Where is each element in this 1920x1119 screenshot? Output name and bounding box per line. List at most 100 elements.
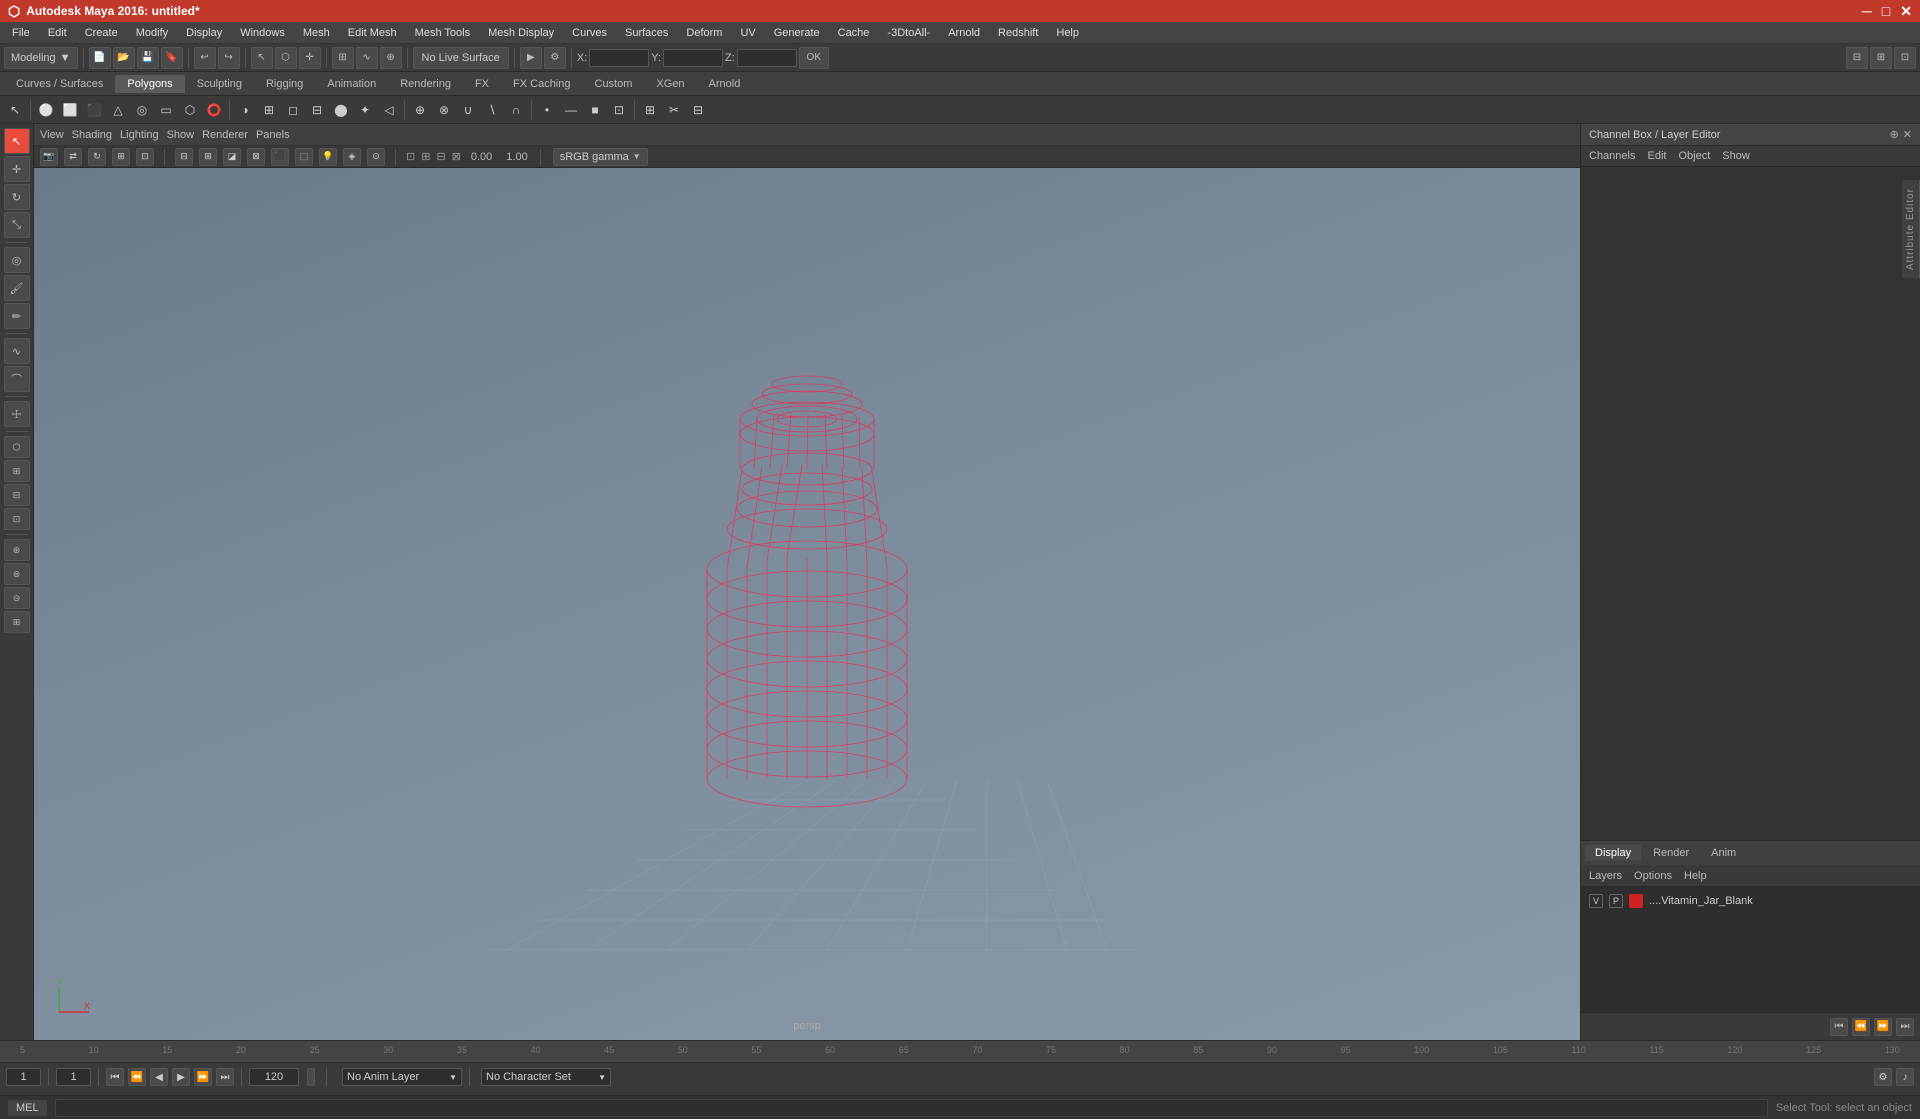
render-globals-button[interactable]: ⊡: [4, 508, 30, 530]
sound-button[interactable]: ♪: [1896, 1068, 1914, 1086]
bool-diff-icon[interactable]: ∖: [481, 99, 503, 121]
menu-redshift[interactable]: Redshift: [990, 25, 1046, 41]
step-forward-button[interactable]: ⏩: [194, 1068, 212, 1086]
separate-icon[interactable]: ⊗: [433, 99, 455, 121]
render-layer-button[interactable]: ⊜: [4, 563, 30, 585]
layer-prev-button[interactable]: ⏪: [1852, 1018, 1870, 1036]
menu-mesh-tools[interactable]: Mesh Tools: [407, 25, 478, 41]
menu-cache[interactable]: Cache: [830, 25, 878, 41]
tab-curves-surfaces[interactable]: Curves / Surfaces: [4, 75, 115, 93]
redo-button[interactable]: ↪: [218, 47, 240, 69]
play-forward-button[interactable]: ▶: [172, 1068, 190, 1086]
layout-button-2[interactable]: ⊞: [1870, 47, 1892, 69]
object-menu[interactable]: Object: [1678, 150, 1710, 162]
camera-book-icon[interactable]: 📷: [40, 148, 58, 166]
layer-rewind-button[interactable]: ⏮: [1830, 1018, 1848, 1036]
ep-curve-button[interactable]: ⌒: [4, 366, 30, 392]
render-region-button[interactable]: ⬡: [4, 436, 30, 458]
vp-menu-renderer[interactable]: Renderer: [202, 129, 248, 141]
menu-create[interactable]: Create: [77, 25, 126, 41]
render-view-button[interactable]: ⊟: [4, 484, 30, 506]
frame-all-icon[interactable]: ⊞: [112, 148, 130, 166]
paint-select-button[interactable]: 🖌: [4, 275, 30, 301]
layer-p-toggle[interactable]: P: [1609, 894, 1623, 908]
menu-mesh-display[interactable]: Mesh Display: [480, 25, 562, 41]
menu-file[interactable]: File: [4, 25, 38, 41]
menu-edit[interactable]: Edit: [40, 25, 75, 41]
fill-hole-icon[interactable]: ⬤: [330, 99, 352, 121]
xray-toggle-icon[interactable]: ◈: [343, 148, 361, 166]
snap-point-button[interactable]: ⊕: [380, 47, 402, 69]
smooth-icon[interactable]: ◑: [234, 99, 256, 121]
combine-icon[interactable]: ⊕: [409, 99, 431, 121]
maximize-button[interactable]: □: [1882, 3, 1890, 20]
bridge-icon[interactable]: ⊟: [306, 99, 328, 121]
coord-confirm-button[interactable]: OK: [799, 47, 829, 69]
attribute-editor-tab[interactable]: Attribute Editor: [1902, 180, 1920, 278]
scale-tool-side-button[interactable]: ⤡: [4, 212, 30, 238]
viewport-display-icon[interactable]: ⊟: [175, 148, 193, 166]
edit-menu[interactable]: Edit: [1647, 150, 1666, 162]
menu-help[interactable]: Help: [1048, 25, 1087, 41]
vp-menu-show[interactable]: Show: [167, 129, 195, 141]
layer-color-swatch[interactable]: [1629, 894, 1643, 908]
settings-button[interactable]: ⚙: [1874, 1068, 1892, 1086]
open-file-button[interactable]: 📂: [113, 47, 135, 69]
tab-arnold[interactable]: Arnold: [697, 75, 753, 93]
anim-layer-dropdown[interactable]: No Anim Layer ▼: [342, 1068, 462, 1086]
cylinder-icon[interactable]: ⬛: [83, 99, 105, 121]
menu-modify[interactable]: Modify: [128, 25, 176, 41]
tab-animation[interactable]: Animation: [315, 75, 388, 93]
save-file-button[interactable]: 💾: [137, 47, 159, 69]
render-button[interactable]: ▶: [520, 47, 542, 69]
menu-curves[interactable]: Curves: [564, 25, 615, 41]
channels-menu[interactable]: Channels: [1589, 150, 1635, 162]
tab-rendering[interactable]: Rendering: [388, 75, 463, 93]
disk-icon[interactable]: ⬡: [179, 99, 201, 121]
layer-end-button[interactable]: ⏭: [1896, 1018, 1914, 1036]
menu-windows[interactable]: Windows: [232, 25, 293, 41]
mode-dropdown[interactable]: Modeling ▼: [4, 47, 78, 69]
script-input[interactable]: [55, 1099, 1768, 1117]
grid-toggle-icon[interactable]: ⊞: [199, 148, 217, 166]
layout-button-1[interactable]: ⊟: [1846, 47, 1868, 69]
anim-layer-button[interactable]: ⊝: [4, 587, 30, 609]
timeline-ruler[interactable]: 510152025 3035404550 5560657075 80859095…: [0, 1041, 1920, 1063]
cv-curve-button[interactable]: ∿: [4, 338, 30, 364]
tab-display[interactable]: Display: [1585, 845, 1641, 861]
render-settings-button[interactable]: ⚙: [544, 47, 566, 69]
soft-select-button[interactable]: ◎: [4, 247, 30, 273]
coord-z-field[interactable]: [737, 49, 797, 67]
vp-menu-shading[interactable]: Shading: [72, 129, 112, 141]
hud-toggle-icon[interactable]: ◪: [223, 148, 241, 166]
menu-uv[interactable]: UV: [732, 25, 763, 41]
lights-toggle-icon[interactable]: 💡: [319, 148, 337, 166]
gamma-dropdown[interactable]: sRGB gamma ▼: [553, 148, 648, 166]
skip-forward-button[interactable]: ⏭: [216, 1068, 234, 1086]
menu-deform[interactable]: Deform: [678, 25, 730, 41]
menu-surfaces[interactable]: Surfaces: [617, 25, 676, 41]
layer-visibility-toggle[interactable]: V: [1589, 894, 1603, 908]
step-back-button[interactable]: ⏪: [128, 1068, 146, 1086]
play-back-button[interactable]: ◀: [150, 1068, 168, 1086]
frame-sel-icon[interactable]: ⊡: [136, 148, 154, 166]
unfold-icon[interactable]: ⊞: [639, 99, 661, 121]
bevel-icon[interactable]: ◻: [282, 99, 304, 121]
new-file-button[interactable]: 📄: [89, 47, 111, 69]
tumble-icon[interactable]: ↻: [88, 148, 106, 166]
channel-box-close-icon[interactable]: ✕: [1903, 128, 1912, 141]
vp-menu-view[interactable]: View: [40, 129, 64, 141]
options-option[interactable]: Options: [1634, 870, 1672, 882]
wedge-icon[interactable]: ◁: [378, 99, 400, 121]
minimize-button[interactable]: ─: [1862, 3, 1872, 20]
undo-button[interactable]: ↩: [194, 47, 216, 69]
bool-union-icon[interactable]: ∪: [457, 99, 479, 121]
isolate-icon[interactable]: ⊙: [367, 148, 385, 166]
show-manip-button[interactable]: ☩: [4, 401, 30, 427]
move-tool-button[interactable]: ✛: [299, 47, 321, 69]
show-menu[interactable]: Show: [1722, 150, 1750, 162]
lasso-select-button[interactable]: ⬡: [275, 47, 297, 69]
ipr-render-button[interactable]: ⊞: [4, 460, 30, 482]
menu-display[interactable]: Display: [178, 25, 230, 41]
current-frame-field[interactable]: [6, 1068, 41, 1086]
